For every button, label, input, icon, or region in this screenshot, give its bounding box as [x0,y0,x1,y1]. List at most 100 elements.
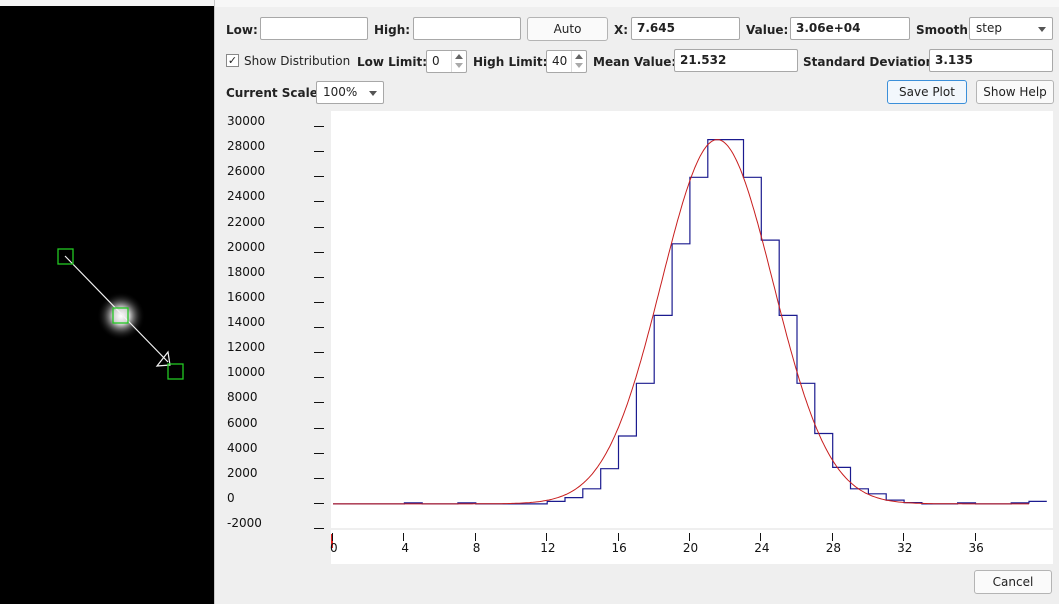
y-tick-label: 6000 [227,415,258,430]
std-label: Standard Deviation: [803,55,939,69]
x-tick-mark [974,533,976,541]
end-handle[interactable] [167,363,184,380]
arrow-up-icon [575,54,583,59]
y-tick-label: 28000 [227,139,266,154]
low-input[interactable] [260,17,368,40]
scale-select[interactable]: 100% [316,81,384,104]
low-limit-label: Low Limit: [357,55,428,69]
y-tick-label: 4000 [227,440,258,455]
y-tick-label: 0 [227,490,235,505]
smooth-label: Smooth [916,23,968,37]
y-tick-label: 30000 [227,114,266,128]
y-tick-label: 8000 [227,390,258,405]
y-tick-mark [314,201,324,203]
y-tick-mark [314,528,324,529]
x-axis: 0 4 8 12 16 20 24 28 32 36 [330,530,1053,564]
arrow-up-icon [455,54,463,59]
chevron-down-icon [1038,27,1046,32]
y-tick-label: 18000 [227,264,266,279]
low-label: Low: [226,23,258,37]
profile-line[interactable] [64,255,169,363]
low-limit-stepper[interactable] [451,51,466,72]
value-label: Value: [746,23,789,37]
x-value-field[interactable]: 7.645 [631,17,740,40]
x-tick-label: 28 [825,541,841,555]
std-value-field[interactable]: 3.135 [929,49,1053,72]
show-help-button[interactable]: Show Help [976,80,1054,104]
y-tick-mark [314,176,324,178]
y-tick-label: 24000 [227,189,266,204]
y-tick-label: 2000 [227,465,258,480]
arrow-down-icon [455,63,463,68]
y-tick-label: 12000 [227,340,266,355]
high-limit-stepper[interactable] [571,51,586,72]
x-tick-label: 8 [472,541,481,555]
x-tick-label: 12 [540,541,556,555]
y-tick-mark [314,427,324,429]
y-tick-mark [314,251,324,253]
smooth-select[interactable]: step [969,17,1053,40]
x-tick-label: 0 [330,541,338,555]
cancel-button[interactable]: Cancel [974,570,1052,594]
chevron-down-icon [369,91,377,96]
x-tick-label: 16 [611,541,627,555]
mean-value-field[interactable]: 21.532 [674,49,798,72]
gaussian-fit-series [333,139,1029,505]
image-view[interactable] [0,0,214,604]
histogram-plot[interactable] [331,111,1053,528]
x-tick-mark [332,533,333,541]
show-distribution-checkbox[interactable]: ✓ [226,54,239,67]
y-tick-label: 22000 [227,214,266,229]
smooth-select-value: step [976,21,1002,35]
high-limit-value: 40 [552,54,568,68]
y-tick-mark [314,352,324,354]
scale-label: Current Scale: [226,86,323,100]
x-tick-mark [617,533,619,541]
y-tick-mark [314,402,324,404]
y-tick-mark [314,126,324,127]
high-limit-spinbox[interactable]: 40 [546,50,587,73]
histogram-dialog: Low: High: Auto X: 7.645 Value: 3.06e+04… [214,0,1059,604]
star-source [97,292,145,340]
high-input[interactable] [413,17,521,40]
image-view-canvas[interactable] [0,0,214,604]
y-tick-label: 14000 [227,315,266,329]
y-tick-mark [314,301,324,303]
value-field[interactable]: 3.06e+04 [790,17,910,40]
x-tick-label: 32 [897,541,913,555]
x-tick-mark [831,533,833,541]
high-label: High: [374,23,411,37]
mean-label: Mean Value: [593,55,677,69]
x-tick-mark [903,533,905,541]
y-tick-label: -2000 [227,516,262,530]
y-tick-mark [314,477,324,479]
dialog-top-strip [215,0,1059,7]
x-tick-mark [760,533,762,541]
y-tick-mark [314,276,324,278]
histogram-svg [333,139,1047,505]
show-distribution-label: Show Distribution [244,54,351,68]
y-tick-mark [314,452,324,454]
x-label: X: [614,23,629,37]
x-tick-mark [403,533,405,541]
x-tick-mark [546,533,548,541]
low-limit-spinbox[interactable]: 0 [426,50,467,73]
x-tick-label: 36 [968,541,984,555]
x-tick-mark [688,533,690,541]
x-tick-label: 24 [754,541,770,555]
y-tick-label: 16000 [227,289,266,304]
x-tick-label: 20 [682,541,699,555]
auto-button[interactable]: Auto [527,17,608,41]
save-plot-button[interactable]: Save Plot [887,80,967,104]
low-limit-value: 0 [432,54,440,68]
y-tick-label: 10000 [227,365,266,380]
y-tick-mark [314,327,324,328]
histogram-step-series [333,139,1047,505]
x-tick-label: 4 [401,541,410,555]
x-tick-mark [474,533,476,541]
arrow-down-icon [575,63,583,68]
y-tick-mark [314,377,324,379]
scale-select-value: 100% [323,85,358,99]
y-tick-label: 26000 [227,164,266,179]
y-tick-mark [314,502,324,504]
